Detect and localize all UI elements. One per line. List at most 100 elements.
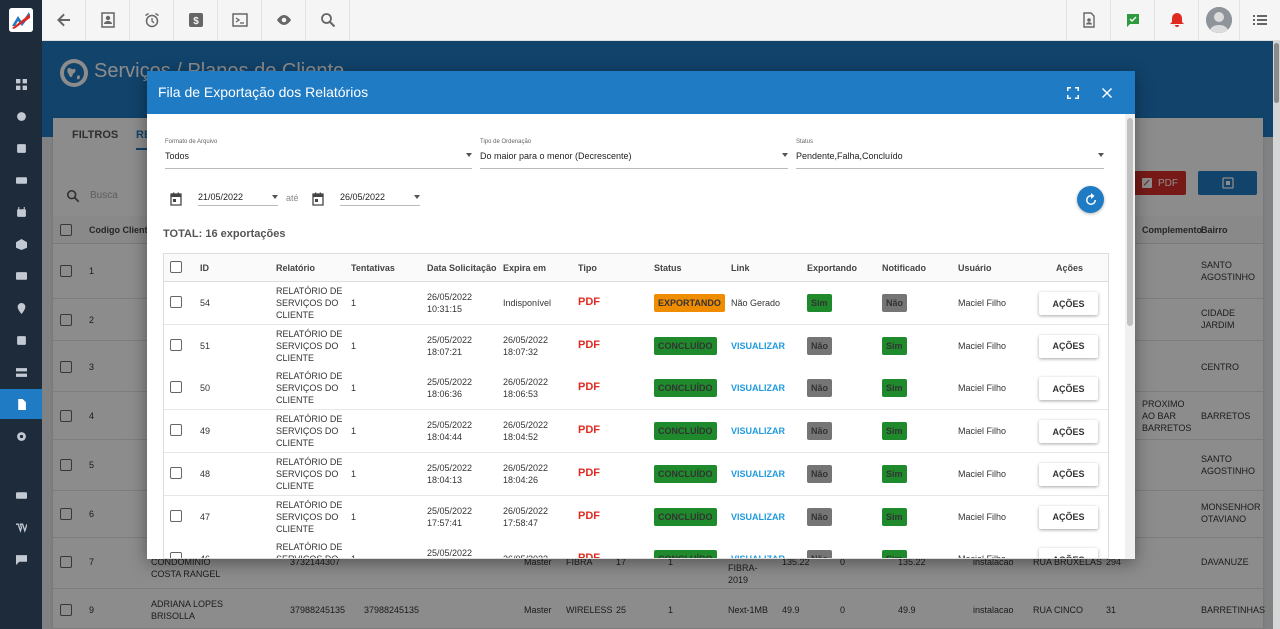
checklist-icon[interactable] <box>1110 0 1154 40</box>
sidebar-finance-icon[interactable] <box>0 165 42 195</box>
cell-relatorio: RELATÓRIO DE SERVIÇOS DO CLIENTE <box>276 328 343 363</box>
acoes-button[interactable]: AÇÕES <box>1039 377 1098 401</box>
app-logo[interactable] <box>9 8 33 32</box>
acoes-button[interactable]: AÇÕES <box>1039 292 1098 315</box>
page-scrollbar[interactable] <box>1273 41 1280 629</box>
search-icon[interactable] <box>306 0 350 40</box>
sidebar-wordpress-icon[interactable] <box>0 512 42 542</box>
cell-tentativas: 1 <box>351 298 357 308</box>
cell-link[interactable]: VISUALIZAR <box>731 425 785 437</box>
sidebar-video-icon[interactable] <box>0 480 42 510</box>
cell-data-solicitacao: 25/05/2022 <box>427 548 473 559</box>
calendar-icon[interactable] <box>311 192 325 209</box>
date-separator: até <box>286 193 299 203</box>
table-header: ID Relatório Tentativas Data Solicitação… <box>164 254 1108 282</box>
select-all-checkbox[interactable] <box>170 261 182 273</box>
pdf-type-label: PDF <box>578 296 600 308</box>
acoes-button[interactable]: AÇÕES <box>1039 462 1098 486</box>
row-checkbox[interactable] <box>170 509 182 522</box>
chevron-down-icon <box>466 153 472 157</box>
cell-usuario: Maciel Filho <box>958 298 1007 308</box>
cell-link[interactable]: VISUALIZAR <box>731 553 785 558</box>
pdf-type-label: PDF <box>578 424 600 437</box>
col-relatorio: Relatório <box>276 263 316 273</box>
cell-tentativas: 1 <box>351 383 357 394</box>
notificado-badge: Não <box>882 294 908 312</box>
back-arrow-icon[interactable] <box>42 0 86 40</box>
status-select[interactable]: Status Pendente,Falha,Concluído <box>796 139 1104 169</box>
table-row[interactable]: 47 RELATÓRIO DE SERVIÇOS DO CLIENTE 1 25/05… <box>164 495 1108 539</box>
avatar[interactable] <box>1206 7 1232 33</box>
cell-link[interactable]: VISUALIZAR <box>731 382 785 394</box>
cell-relatorio: RELATÓRIO DE SERVIÇOS DO CLIENTE <box>276 456 343 491</box>
table-row[interactable]: 54 RELATÓRIO DE SERVIÇOS DO CLIENTE 1 26/05… <box>164 282 1108 325</box>
ordenacao-select[interactable]: Tipo de Ordenação Do maior para o menor … <box>480 139 788 169</box>
alarm-clock-icon[interactable] <box>130 0 174 40</box>
cell-link[interactable]: VISUALIZAR <box>731 511 785 523</box>
status-badge: CONCLUÍDO <box>654 507 717 526</box>
sidebar-box-icon[interactable] <box>0 229 42 259</box>
sidebar-network-icon[interactable] <box>0 101 42 131</box>
acoes-button[interactable]: AÇÕES <box>1039 334 1098 358</box>
refresh-button[interactable] <box>1077 186 1104 213</box>
table-row[interactable]: 49 RELATÓRIO DE SERVIÇOS DO CLIENTE 1 25/05… <box>164 410 1108 454</box>
date-to-input[interactable]: 26/05/2022 <box>340 192 420 206</box>
terminal-box-icon[interactable] <box>218 0 262 40</box>
cell-link[interactable]: VISUALIZAR <box>731 468 785 480</box>
status-label: Status <box>796 139 814 145</box>
col-acoes: Ações <box>1056 263 1084 273</box>
table-row[interactable]: 48 RELATÓRIO DE SERVIÇOS DO CLIENTE 1 25/05… <box>164 452 1108 496</box>
sidebar-server-icon[interactable] <box>0 357 42 387</box>
table-row[interactable]: 50 RELATÓRIO DE SERVIÇOS DO CLIENTE 1 25/05… <box>164 367 1108 411</box>
acoes-button[interactable]: AÇÕES <box>1039 548 1098 558</box>
table-row[interactable]: 51 RELATÓRIO DE SERVIÇOS DO CLIENTE 1 25/05… <box>164 324 1108 368</box>
sidebar-calendar-icon[interactable] <box>0 197 42 227</box>
cell-relatorio: RELATÓRIO DE SERVIÇOS DO CLIENTE <box>276 499 343 534</box>
user-menu[interactable] <box>1198 0 1239 40</box>
acoes-button[interactable]: AÇÕES <box>1039 420 1098 444</box>
modal-scrollbar[interactable] <box>1125 114 1135 559</box>
total-exports: TOTAL: 16 exportações <box>163 228 286 240</box>
eye-icon[interactable] <box>262 0 306 40</box>
sidebar-map-pin-icon[interactable] <box>0 293 42 323</box>
person-document-icon[interactable] <box>1066 0 1110 40</box>
contact-card-icon[interactable] <box>86 0 130 40</box>
table-row[interactable]: 46 RELATÓRIO DE SERVIÇOS DO 1 25/05/2022 26/… <box>164 538 1108 559</box>
status-value: Pendente,Falha,Concluído <box>796 151 903 161</box>
sidebar-settings-icon[interactable] <box>0 421 42 451</box>
acoes-button[interactable]: AÇÕES <box>1039 505 1098 529</box>
row-checkbox[interactable] <box>170 381 182 394</box>
notificado-badge: Sim <box>882 336 907 355</box>
sidebar-dashboard-icon[interactable] <box>0 69 42 99</box>
row-checkbox[interactable] <box>170 424 182 437</box>
sidebar-list-icon[interactable] <box>0 325 42 355</box>
notificado-badge: Sim <box>882 550 907 558</box>
date-from-value: 21/05/2022 <box>198 192 244 202</box>
sidebar-clients-icon[interactable] <box>0 133 42 163</box>
close-icon[interactable] <box>1097 83 1117 103</box>
cell-data-solicitacao: 25/05/2022 18:04:13 <box>427 462 473 485</box>
row-checkbox[interactable] <box>170 466 182 479</box>
sidebar-chat-icon[interactable] <box>0 544 42 574</box>
cell-link: Não Gerado <box>731 298 781 308</box>
row-checkbox[interactable] <box>170 296 182 308</box>
cell-data-solicitacao: 25/05/2022 18:04:44 <box>427 420 473 443</box>
export-queue-table: ID Relatório Tentativas Data Solicitação… <box>163 253 1109 559</box>
formato-select[interactable]: Formato de Arquivo Todos <box>165 139 472 169</box>
exportando-badge: Não <box>807 550 833 558</box>
menu-list-icon[interactable] <box>1239 0 1279 40</box>
fullscreen-icon[interactable] <box>1063 83 1083 103</box>
col-status: Status <box>654 263 682 273</box>
date-from-input[interactable]: 21/05/2022 <box>198 192 278 206</box>
cell-link[interactable]: VISUALIZAR <box>731 340 785 352</box>
row-checkbox[interactable] <box>170 338 182 351</box>
calendar-icon[interactable] <box>169 192 183 209</box>
exportando-badge: Não <box>807 336 833 355</box>
cell-usuario: Maciel Filho <box>958 383 1007 394</box>
dollar-icon[interactable]: $ <box>174 0 218 40</box>
sidebar-monitor-icon[interactable] <box>0 261 42 291</box>
cell-id: 49 <box>200 426 211 437</box>
row-checkbox[interactable] <box>170 552 182 558</box>
sidebar-reports-icon[interactable] <box>0 389 42 419</box>
alarm-bell-icon[interactable] <box>1154 0 1198 40</box>
